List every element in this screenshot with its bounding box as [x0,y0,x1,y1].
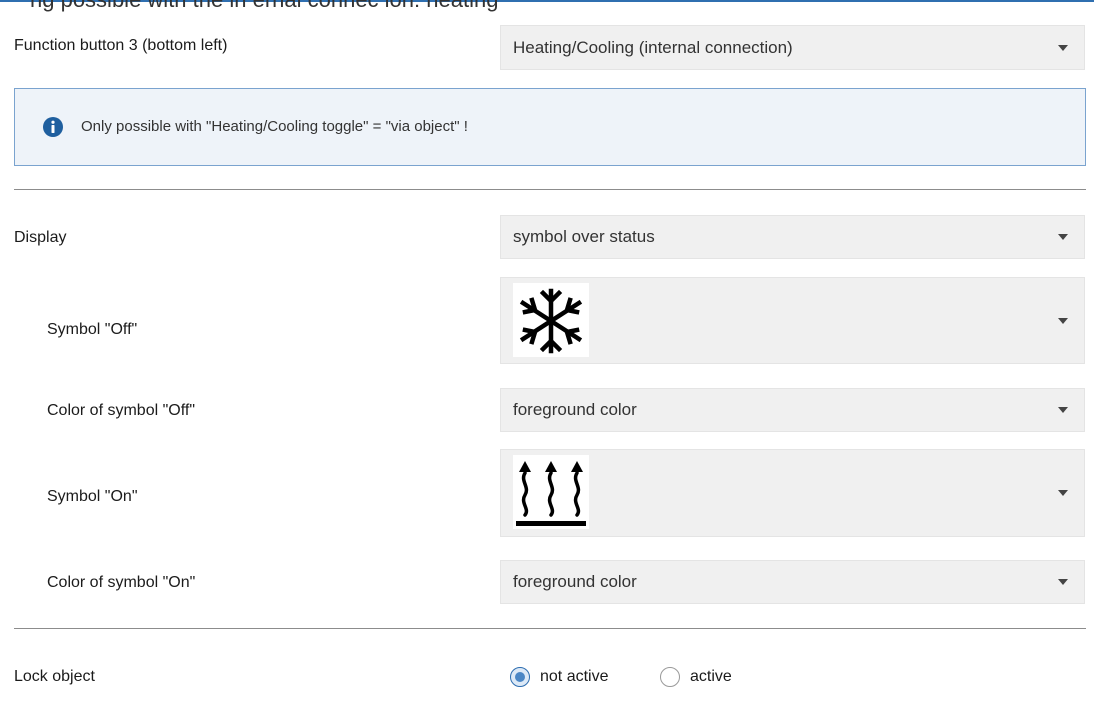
function-button-value: Heating/Cooling (internal connection) [513,37,793,57]
function-button-select[interactable]: Heating/Cooling (internal connection) [500,25,1085,70]
radio-not-active-label[interactable]: not active [540,667,608,687]
chevron-down-icon [1058,234,1068,240]
function-button-label: Function button 3 (bottom left) [14,37,228,54]
lock-object-label: Lock object [14,668,95,685]
color-on-label: Color of symbol "On" [47,574,196,591]
display-value: symbol over status [513,227,655,246]
divider [14,189,1086,190]
chevron-down-icon [1058,490,1068,496]
symbol-on-select[interactable] [500,449,1085,537]
color-off-label: Color of symbol "Off" [47,402,195,419]
heating-icon [516,461,586,526]
radio-not-active[interactable] [510,667,530,687]
info-text: Only possible with "Heating/Cooling togg… [81,118,468,135]
color-off-value: foreground color [513,400,637,419]
snowflake-icon [519,288,583,354]
radio-active-label[interactable]: active [690,667,732,687]
radio-selected-dot [515,672,525,682]
symbol-on-label: Symbol "On" [47,488,138,505]
symbol-off-select[interactable] [500,277,1085,364]
color-on-value: foreground color [513,572,637,591]
color-on-select[interactable]: foreground color [500,560,1085,604]
header-partial-text: ng possible with the in ernal connec ion… [30,0,498,13]
symbol-on-preview [513,455,589,529]
chevron-down-icon [1058,44,1068,51]
symbol-off-label: Symbol "Off" [47,321,138,338]
info-box: Only possible with "Heating/Cooling togg… [14,88,1086,166]
top-header: ng possible with the in ernal connec ion… [0,0,1094,18]
divider [14,628,1086,629]
display-label: Display [14,229,67,246]
info-icon [43,117,63,137]
radio-active[interactable] [660,667,680,687]
chevron-down-icon [1058,579,1068,585]
display-select[interactable]: symbol over status [500,215,1085,259]
symbol-off-preview [513,283,589,357]
color-off-select[interactable]: foreground color [500,388,1085,432]
chevron-down-icon [1058,407,1068,413]
chevron-down-icon [1058,317,1068,324]
